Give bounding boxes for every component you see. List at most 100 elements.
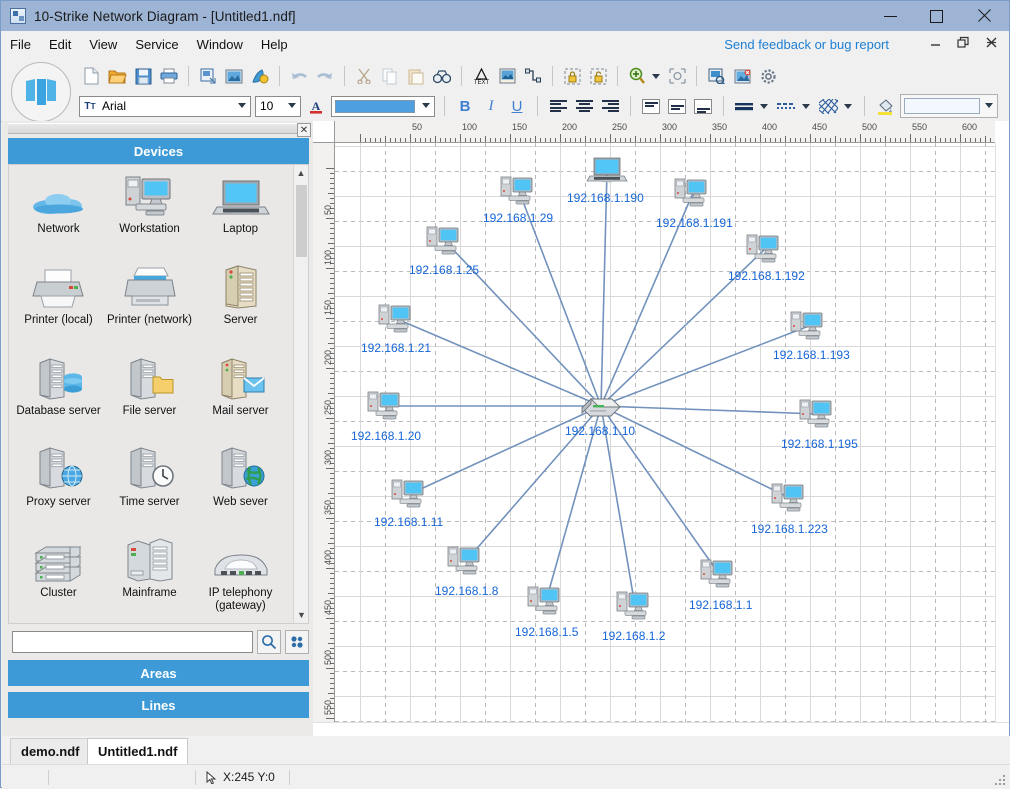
open-folder-icon[interactable] bbox=[105, 64, 129, 88]
line-style-dropdown-icon[interactable] bbox=[802, 104, 810, 109]
menu-file[interactable]: File bbox=[1, 33, 40, 56]
font-size-combo[interactable]: 10 bbox=[255, 96, 301, 117]
node-label[interactable]: 192.168.1.29 bbox=[483, 211, 553, 225]
underline-button[interactable]: U bbox=[506, 95, 528, 117]
italic-button[interactable]: I bbox=[480, 95, 502, 117]
canvas-vertical-scrollbar[interactable] bbox=[995, 143, 1009, 722]
line-width-icon[interactable] bbox=[733, 95, 755, 117]
node-label[interactable]: 192.168.1.1 bbox=[689, 598, 752, 612]
device-database-server[interactable]: Database server bbox=[13, 353, 104, 444]
settings-icon[interactable] bbox=[285, 630, 309, 654]
search-icon[interactable] bbox=[257, 630, 281, 654]
maximize-button[interactable] bbox=[913, 1, 959, 31]
network-node[interactable] bbox=[771, 482, 809, 514]
device-cluster[interactable]: Cluster bbox=[13, 535, 104, 624]
mdi-close-button[interactable] bbox=[983, 34, 999, 50]
resize-grip[interactable] bbox=[995, 775, 1007, 787]
scan-network-icon[interactable] bbox=[704, 64, 728, 88]
network-node-hub[interactable] bbox=[579, 391, 623, 421]
redo-icon[interactable] bbox=[313, 64, 337, 88]
network-node[interactable] bbox=[367, 390, 405, 422]
font-family-combo[interactable]: TT Arial bbox=[79, 96, 251, 117]
scroll-down-icon[interactable]: ▼ bbox=[294, 607, 309, 623]
lock-closed-icon[interactable] bbox=[560, 64, 584, 88]
network-link[interactable] bbox=[601, 171, 607, 406]
valign-middle-icon[interactable] bbox=[666, 95, 688, 117]
network-node[interactable] bbox=[391, 478, 429, 510]
export-icon[interactable] bbox=[196, 64, 220, 88]
zoom-dropdown-icon[interactable] bbox=[652, 74, 660, 79]
mdi-minimize-button[interactable] bbox=[927, 34, 943, 50]
device-mainframe[interactable]: Mainframe bbox=[104, 535, 195, 624]
areas-header[interactable]: Areas bbox=[8, 660, 309, 686]
device-file-server[interactable]: File server bbox=[104, 353, 195, 444]
network-node[interactable] bbox=[616, 590, 654, 622]
tab-demo[interactable]: demo.ndf bbox=[10, 738, 91, 764]
lines-header[interactable]: Lines bbox=[8, 692, 309, 718]
network-node[interactable] bbox=[500, 175, 538, 207]
line-width-dropdown-icon[interactable] bbox=[760, 104, 768, 109]
node-label[interactable]: 192.168.1.25 bbox=[409, 263, 479, 277]
valign-top-icon[interactable] bbox=[640, 95, 662, 117]
device-server[interactable]: Server bbox=[195, 262, 286, 353]
zoom-plus-icon[interactable] bbox=[625, 64, 649, 88]
node-label[interactable]: 192.168.1.8 bbox=[435, 584, 498, 598]
picture-error-icon[interactable] bbox=[730, 64, 754, 88]
devices-scrollbar[interactable]: ▲ ▼ bbox=[293, 165, 308, 623]
bold-button[interactable]: B bbox=[454, 95, 476, 117]
node-label[interactable]: 192.168.1.190 bbox=[567, 191, 644, 205]
node-label[interactable]: 192.168.1.195 bbox=[781, 437, 858, 451]
line-style-icon[interactable] bbox=[775, 95, 797, 117]
text-icon[interactable]: TEXT bbox=[469, 64, 493, 88]
fill-pattern-icon[interactable] bbox=[817, 95, 839, 117]
mdi-restore-button[interactable] bbox=[955, 34, 971, 50]
menu-window[interactable]: Window bbox=[188, 33, 252, 56]
new-document-icon[interactable] bbox=[79, 64, 103, 88]
polyline-icon[interactable] bbox=[521, 64, 545, 88]
save-disk-icon[interactable] bbox=[131, 64, 155, 88]
node-label[interactable]: 192.168.1.11 bbox=[374, 515, 443, 529]
panel-grip[interactable]: ✕ bbox=[8, 123, 301, 136]
device-ip-telephony[interactable]: IP telephony (gateway) bbox=[195, 535, 286, 624]
fill-color-combo[interactable] bbox=[900, 94, 998, 118]
node-label[interactable]: 192.168.1.20 bbox=[351, 429, 421, 443]
node-label[interactable]: 192.168.1.5 bbox=[515, 625, 578, 639]
network-node[interactable] bbox=[447, 545, 485, 577]
print-icon[interactable] bbox=[157, 64, 181, 88]
network-link[interactable] bbox=[397, 319, 601, 406]
device-laptop[interactable]: Laptop bbox=[195, 171, 286, 262]
network-node[interactable] bbox=[790, 310, 828, 342]
align-right-icon[interactable] bbox=[599, 95, 621, 117]
close-button[interactable] bbox=[959, 1, 1009, 31]
network-link[interactable] bbox=[601, 406, 790, 498]
menu-help[interactable]: Help bbox=[252, 33, 297, 56]
copy-icon[interactable] bbox=[378, 64, 402, 88]
valign-bottom-icon[interactable] bbox=[692, 95, 714, 117]
network-node[interactable] bbox=[378, 303, 416, 335]
image-icon[interactable] bbox=[222, 64, 246, 88]
scroll-up-icon[interactable]: ▲ bbox=[294, 165, 308, 181]
search-field[interactable] bbox=[13, 632, 252, 652]
align-left-icon[interactable] bbox=[547, 95, 569, 117]
cut-scissors-icon[interactable] bbox=[352, 64, 376, 88]
text-color-icon[interactable]: A bbox=[305, 95, 327, 117]
node-label[interactable]: 192.168.1.21 bbox=[361, 341, 431, 355]
device-mail-server[interactable]: Mail server bbox=[195, 353, 286, 444]
network-node[interactable] bbox=[700, 558, 738, 590]
device-workstation[interactable]: Workstation bbox=[104, 171, 195, 262]
network-link[interactable] bbox=[601, 326, 809, 406]
paint-icon[interactable] bbox=[248, 64, 272, 88]
menu-edit[interactable]: Edit bbox=[40, 33, 80, 56]
node-label[interactable]: 192.168.1.223 bbox=[751, 522, 828, 536]
unlock-icon[interactable] bbox=[586, 64, 610, 88]
network-node[interactable] bbox=[799, 398, 837, 430]
device-proxy-server[interactable]: Proxy server bbox=[13, 444, 104, 535]
canvas-horizontal-scrollbar[interactable] bbox=[313, 722, 1009, 736]
menu-view[interactable]: View bbox=[80, 33, 126, 56]
devices-header[interactable]: Devices bbox=[8, 138, 309, 164]
network-node[interactable] bbox=[426, 225, 464, 257]
network-link[interactable] bbox=[601, 406, 818, 414]
tab-untitled1[interactable]: Untitled1.ndf bbox=[87, 738, 188, 764]
device-web-server[interactable]: Web sever bbox=[195, 444, 286, 535]
scrollbar-thumb[interactable] bbox=[296, 185, 307, 257]
